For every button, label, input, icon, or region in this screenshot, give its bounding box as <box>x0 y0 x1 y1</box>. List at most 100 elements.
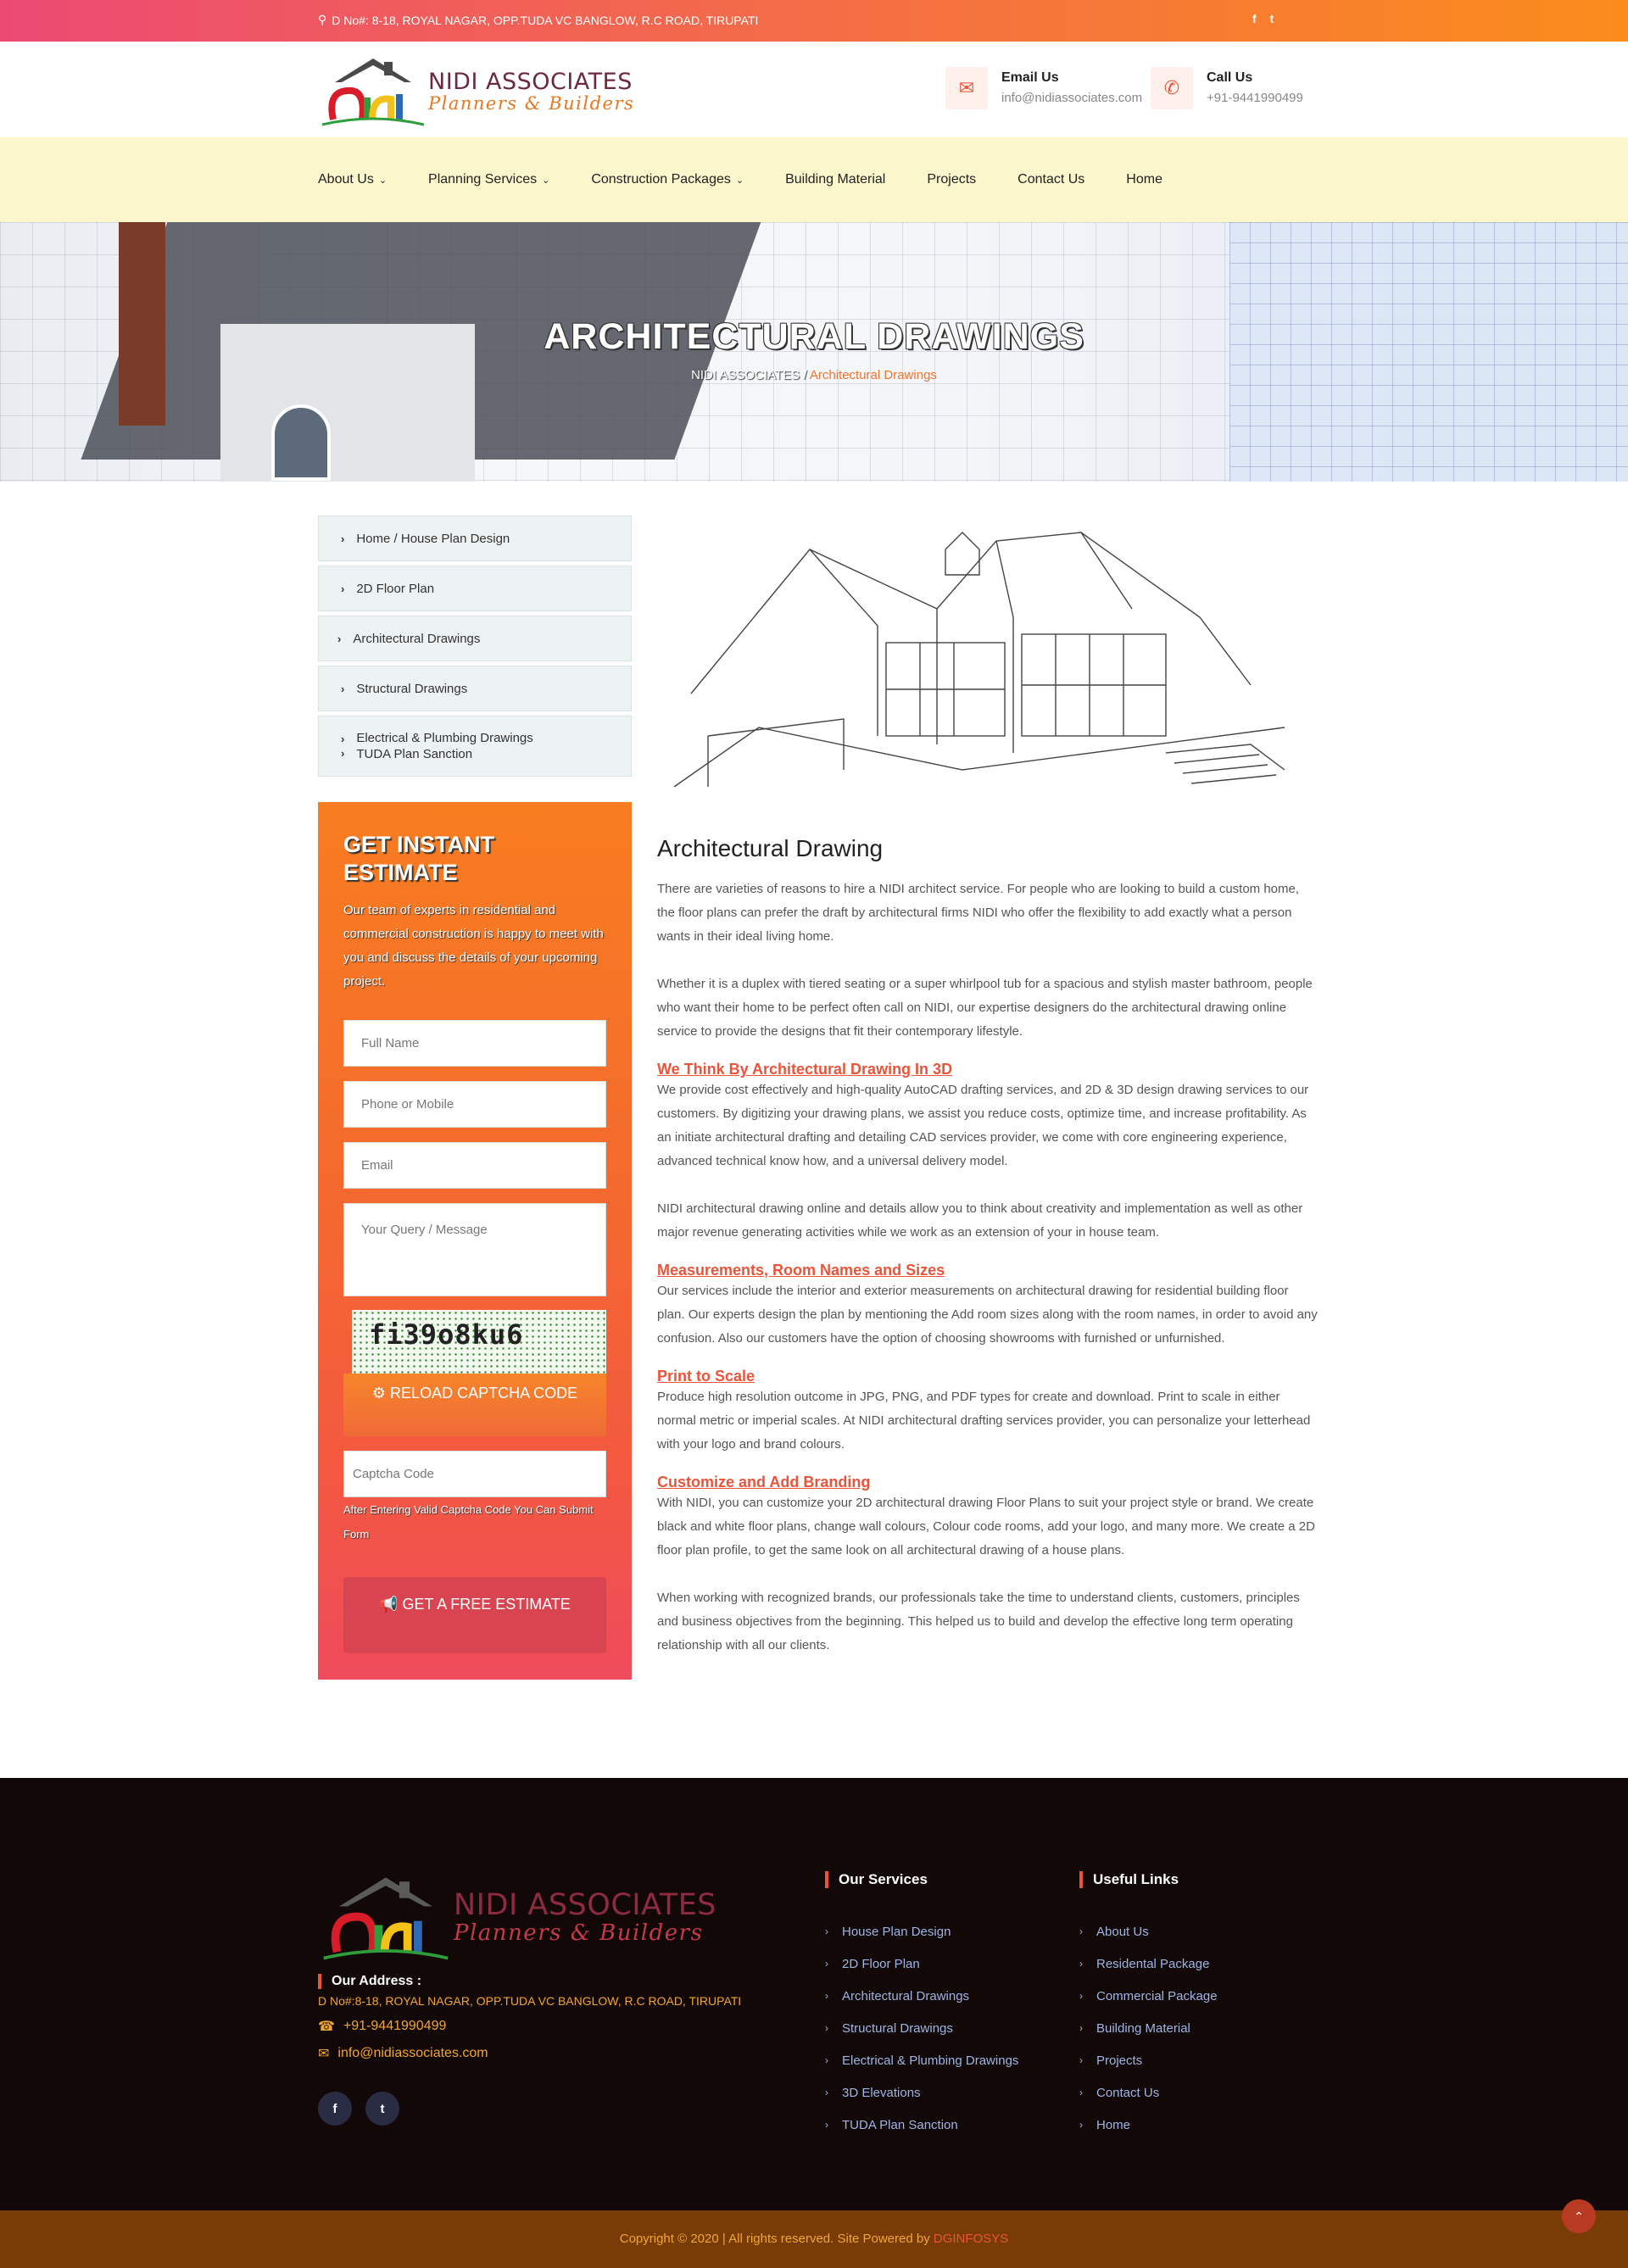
footer-link-label: Projects <box>1096 2053 1143 2068</box>
estimate-title: GET INSTANT ESTIMATE <box>343 832 494 885</box>
chevron-right-icon: › <box>337 632 342 645</box>
reload-captcha-button[interactable]: ⚙ RELOAD CAPTCHA CODE <box>343 1374 606 1436</box>
chevron-right-icon: › <box>825 2022 828 2034</box>
site-footer: NIDI ASSOCIATES Planners & Builders Our … <box>0 1778 1628 2210</box>
chevron-right-icon: › <box>1079 1958 1083 1970</box>
sidebar-item-house-plan[interactable]: › Home / House Plan Design <box>318 515 632 561</box>
services-heading: Our Services <box>825 1871 1018 1888</box>
footer-link-service[interactable]: › 2D Floor Plan <box>825 1948 1018 1980</box>
nav-item-home[interactable]: Home <box>1126 172 1162 187</box>
sidebar-item-label: Structural Drawings <box>356 681 468 696</box>
email-value[interactable]: info@nidiassociates.com <box>1001 91 1142 105</box>
phone-input[interactable]: Phone or Mobile <box>343 1081 606 1128</box>
twitter-icon[interactable]: t <box>1270 12 1274 25</box>
facebook-icon[interactable]: f <box>1252 12 1257 25</box>
nav-item-about-us[interactable]: About Us ⌄ <box>318 172 387 187</box>
sidebar-item-label-electrical[interactable]: Electrical & Plumbing Drawings <box>356 731 532 745</box>
chevron-right-icon: › <box>1079 2087 1083 2098</box>
full-name-input[interactable]: Full Name <box>343 1020 606 1067</box>
captcha-note: After Entering Valid Captcha Code You Ca… <box>343 1503 594 1541</box>
address-text: D No#:8-18, ROYAL NAGAR, OPP.TUDA VC BAN… <box>318 1994 742 2008</box>
nav-item-building-material[interactable]: Building Material <box>785 172 885 187</box>
chevron-right-icon: › › <box>341 733 345 760</box>
nav-item-planning-services[interactable]: Planning Services ⌄ <box>428 172 549 187</box>
footer-link-useful[interactable]: › Building Material <box>1079 2012 1218 2044</box>
footer-email[interactable]: ✉ info@nidiassociates.com <box>318 2045 741 2062</box>
footer-logo[interactable]: NIDI ASSOCIATES Planners & Builders <box>318 1871 759 1960</box>
top-social: f t <box>1252 12 1274 25</box>
chevron-right-icon: › <box>341 582 345 595</box>
content-paragraph: Our services include the interior and ex… <box>657 1284 1318 1346</box>
sidebar-item-label: Architectural Drawings <box>353 631 481 646</box>
site-logo[interactable]: NIDI ASSOCIATES Planners & Builders <box>318 53 657 126</box>
copyright-text: Copyright © 2020 | All rights reserved. … <box>619 2232 934 2246</box>
nav-label: Construction Packages <box>591 172 731 187</box>
email-contact[interactable]: ✉ Email Us info@nidiassociates.com <box>945 67 1142 109</box>
footer-link-label: Building Material <box>1096 2020 1190 2036</box>
get-estimate-label: GET A FREE ESTIMATE <box>402 1596 571 1613</box>
footer-link-service[interactable]: › 3D Elevations <box>825 2076 1018 2109</box>
estimate-form: GET INSTANT ESTIMATE Our team of experts… <box>318 802 632 1680</box>
content-paragraph: Produce high resolution outcome in JPG, … <box>657 1390 1311 1452</box>
nav-item-contact-us[interactable]: Contact Us <box>1018 172 1084 187</box>
breadcrumb-current: Architectural Drawings <box>809 368 937 382</box>
footer-link-useful[interactable]: › Projects <box>1079 2044 1218 2076</box>
phone-icon: ☎ <box>318 2020 335 2034</box>
captcha-image: fi39o8ku6 <box>352 1310 606 1374</box>
nav-label: Planning Services <box>428 172 538 187</box>
sidebar-item-structural[interactable]: › Structural Drawings <box>318 666 632 711</box>
logo-title: NIDI ASSOCIATES <box>428 69 633 95</box>
footer-logo-tagline: Planners & Builders <box>454 1920 704 1946</box>
subheading-measurements: Measurements, Room Names and Sizes <box>657 1262 945 1279</box>
sidebar-item-electrical-tuda[interactable]: › › Electrical & Plumbing Drawings TUDA P… <box>318 716 632 777</box>
call-contact[interactable]: ✆ Call Us +91-9441990499 <box>1151 67 1303 109</box>
address-heading: Our Address : <box>318 1974 741 1989</box>
sidebar-item-label-tuda[interactable]: TUDA Plan Sanction <box>356 747 532 761</box>
footer-link-service[interactable]: › Architectural Drawings <box>825 1980 1018 2012</box>
footer-link-label: TUDA Plan Sanction <box>842 2117 958 2132</box>
call-value[interactable]: +91-9441990499 <box>1207 91 1303 105</box>
nav-item-construction-packages[interactable]: Construction Packages ⌄ <box>591 172 744 187</box>
logo-house-icon <box>323 1877 449 1960</box>
sidebar-item-label: 2D Floor Plan <box>356 581 435 596</box>
scroll-to-top-button[interactable]: ⌃ <box>1562 2199 1596 2233</box>
footer-link-useful[interactable]: › Residental Package <box>1079 1948 1218 1980</box>
facebook-icon[interactable]: f <box>318 2092 352 2126</box>
top-bar: ⚲ D No#: 8-18, ROYAL NAGAR, OPP.TUDA VC … <box>0 0 1628 42</box>
sidebar-item-2d-floor-plan[interactable]: › 2D Floor Plan <box>318 566 632 611</box>
captcha-code-input[interactable]: Captcha Code <box>343 1451 606 1497</box>
footer-link-service[interactable]: › TUDA Plan Sanction <box>825 2109 1018 2141</box>
footer-phone-text: +91-9441990499 <box>343 2019 447 2033</box>
footer-address: Our Address : D No#:8-18, ROYAL NAGAR, O… <box>318 1974 741 2062</box>
chevron-right-icon: › <box>341 532 345 545</box>
site-header: NIDI ASSOCIATES Planners & Builders ✉ Em… <box>0 42 1628 137</box>
footer-link-useful[interactable]: › About Us <box>1079 1915 1218 1948</box>
twitter-icon[interactable]: t <box>365 2092 399 2126</box>
breadcrumb-separator: / <box>803 368 807 382</box>
content-heading: Architectural Drawing <box>657 835 884 861</box>
breadcrumb-home[interactable]: NIDI ASSOCIATES <box>691 368 800 382</box>
chevron-up-icon: ⌃ <box>1574 2209 1584 2223</box>
footer-link-label: Residental Package <box>1096 1956 1210 1971</box>
footer-link-service[interactable]: › Structural Drawings <box>825 2012 1018 2044</box>
footer-link-label: Commercial Package <box>1096 1988 1218 2003</box>
footer-link-service[interactable]: › House Plan Design <box>825 1915 1018 1948</box>
message-textarea[interactable]: Your Query / Message <box>343 1203 606 1296</box>
footer-link-label: Electrical & Plumbing Drawings <box>842 2053 1019 2068</box>
envelope-icon: ✉ <box>945 67 988 109</box>
footer-link-useful[interactable]: › Contact Us <box>1079 2076 1218 2109</box>
footer-link-service[interactable]: › Electrical & Plumbing Drawings <box>825 2044 1018 2076</box>
nav-label: Home <box>1126 172 1162 187</box>
powered-by-link[interactable]: DGINFOSYS <box>934 2232 1008 2246</box>
footer-phone[interactable]: ☎ +91-9441990499 <box>318 2018 741 2035</box>
footer-link-useful[interactable]: › Commercial Package <box>1079 1980 1218 2012</box>
nav-label: Building Material <box>785 172 886 187</box>
email-input[interactable]: Email <box>343 1142 606 1189</box>
footer-link-useful[interactable]: › Home <box>1079 2109 1218 2141</box>
footer-useful-links: Useful Links › About Us › Residental Packa… <box>1079 1871 1218 2141</box>
get-estimate-button[interactable]: 📢 GET A FREE ESTIMATE <box>343 1577 606 1653</box>
content-paragraph: There are varieties of reasons to hire a… <box>657 882 1300 944</box>
nav-item-projects[interactable]: Projects <box>927 172 976 187</box>
sidebar-item-architectural[interactable]: › Architectural Drawings <box>318 616 632 661</box>
logo-tagline: Planners & Builders <box>428 93 635 114</box>
